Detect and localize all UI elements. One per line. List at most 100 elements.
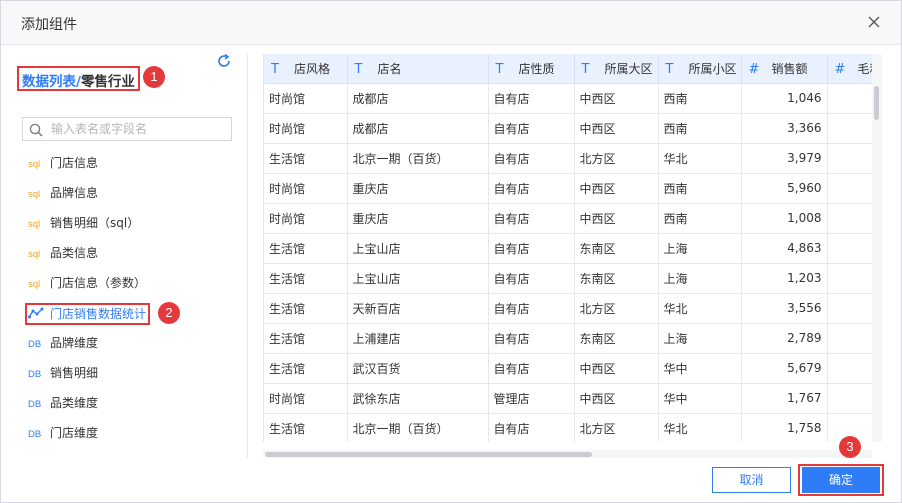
- table-item-label: 门店维度: [50, 426, 99, 440]
- table-row: 生活馆 北京一期（百货） 自有店 北方区 华北 3,979: [264, 143, 872, 174]
- table-cell: [827, 203, 872, 234]
- column-header[interactable]: T 所属大区: [574, 54, 659, 84]
- text-type-icon: T: [581, 61, 590, 77]
- column-header-label: 销售额: [771, 61, 808, 76]
- column-header[interactable]: T 店名: [347, 54, 489, 84]
- table-item-store-info[interactable]: sql 门店信息: [28, 152, 98, 174]
- table-cell: 自有店: [488, 113, 575, 144]
- table-cell: 自有店: [488, 203, 575, 234]
- table-cell: 上浦建店: [347, 323, 489, 354]
- column-header-label: 店风格: [294, 61, 331, 76]
- table-item-store-info-params[interactable]: sql 门店信息（参数）: [28, 272, 146, 294]
- data-preview-table: T店风格T店名T店性质T所属大区T所属小区#销售额#毛利 时尚馆成都店自有店中西…: [264, 54, 872, 442]
- panel-divider: [247, 54, 248, 458]
- search-box[interactable]: [22, 117, 232, 141]
- table-cell: 北方区: [574, 143, 659, 174]
- table-item-label: 门店信息: [50, 156, 99, 170]
- column-header[interactable]: # 毛利: [827, 54, 872, 84]
- column-header[interactable]: # 销售额: [741, 54, 828, 84]
- table-cell: 1,046: [741, 83, 828, 114]
- table-cell: 东南区: [574, 263, 659, 294]
- text-type-icon: T: [354, 61, 363, 77]
- table-item-label: 品牌维度: [50, 336, 99, 350]
- table-cell: 自有店: [488, 233, 575, 264]
- table-item-label: 销售明细: [50, 366, 99, 380]
- column-header-label: 所属小区: [688, 61, 737, 76]
- column-header-label: 所属大区: [604, 61, 653, 76]
- column-header-label: 店性质: [518, 61, 555, 76]
- table-cell: 自有店: [488, 263, 575, 294]
- table-cell: 自有店: [488, 173, 575, 204]
- column-header[interactable]: T 所属小区: [658, 54, 742, 84]
- vertical-scroll-thumb[interactable]: [874, 86, 879, 120]
- sql-icon: sql: [28, 279, 41, 290]
- cancel-button[interactable]: 取消: [712, 467, 791, 493]
- table-cell: 上海: [658, 233, 742, 264]
- table-cell: 自有店: [488, 353, 575, 384]
- sql-icon: sql: [28, 219, 41, 230]
- column-header[interactable]: T 店性质: [488, 54, 575, 84]
- table-row: 生活馆 天新百店 自有店 北方区 华北 3,556: [264, 293, 872, 324]
- table-row: 时尚馆 武徐东店 管理店 中西区 华中 1,767: [264, 383, 872, 414]
- search-input[interactable]: [51, 120, 227, 138]
- data-preview-grid[interactable]: T店风格T店名T店性质T所属大区T所属小区#销售额#毛利 时尚馆成都店自有店中西…: [263, 54, 872, 442]
- table-cell: 自有店: [488, 83, 575, 114]
- text-type-icon: T: [271, 61, 279, 77]
- ok-button[interactable]: 确定: [802, 467, 880, 493]
- table-cell: 华北: [658, 143, 742, 174]
- table-cell: 华中: [658, 353, 742, 384]
- table-cell: 自有店: [488, 323, 575, 354]
- close-icon[interactable]: [863, 11, 885, 33]
- dialog-titlebar: 添加组件: [1, 1, 901, 45]
- table-cell: [827, 263, 872, 294]
- step-badge-3: 3: [839, 436, 861, 458]
- table-cell: 中西区: [574, 353, 659, 384]
- table-item-store-sales-stats[interactable]: 门店销售数据统计: [25, 303, 151, 325]
- step-badge-1: 1: [143, 66, 165, 88]
- sql-icon: sql: [28, 159, 41, 170]
- table-cell: 华中: [658, 383, 742, 414]
- table-cell: [827, 323, 872, 354]
- table-cell: 生活馆: [264, 263, 348, 294]
- table-item-category-dim[interactable]: DB 品类维度: [28, 392, 98, 414]
- table-cell: 2,789: [741, 323, 828, 354]
- table-cell: 北京一期（百货）: [347, 413, 489, 442]
- table-cell: 北方区: [574, 293, 659, 324]
- table-cell: 时尚馆: [264, 383, 348, 414]
- db-icon: DB: [28, 399, 42, 410]
- table-cell: 自有店: [488, 413, 575, 442]
- table-cell: [827, 353, 872, 384]
- table-item-store-dim[interactable]: DB 门店维度: [28, 422, 98, 444]
- table-cell: [827, 173, 872, 204]
- table-cell: 上海: [658, 323, 742, 354]
- table-cell: 自有店: [488, 293, 575, 324]
- table-cell: [827, 293, 872, 324]
- db-icon: DB: [28, 339, 42, 350]
- db-icon: DB: [28, 369, 42, 380]
- table-body: 时尚馆 成都店 自有店 中西区 西南 1,046 时尚馆 成都店 自有店 中西区 西南 3,366 生活…: [264, 83, 872, 442]
- table-cell: 时尚馆: [264, 83, 348, 114]
- table-item-brand-info[interactable]: sql 品牌信息: [28, 182, 98, 204]
- table-cell: 中西区: [574, 83, 659, 114]
- data-path-breadcrumb[interactable]: 数据列表/零售行业: [17, 66, 140, 91]
- table-row: 时尚馆 重庆店 自有店 中西区 西南 1,008: [264, 203, 872, 234]
- table-cell: 生活馆: [264, 233, 348, 264]
- sql-icon: sql: [28, 189, 41, 200]
- table-cell: [827, 233, 872, 264]
- breadcrumb-data-list[interactable]: 数据列表/: [22, 74, 81, 90]
- table-cell: 中西区: [574, 203, 659, 234]
- table-item-sales-detail[interactable]: DB 销售明细: [28, 362, 98, 384]
- table-item-brand-dim[interactable]: DB 品牌维度: [28, 332, 98, 354]
- db-icon: DB: [28, 429, 42, 440]
- table-cell: [827, 383, 872, 414]
- refresh-icon[interactable]: [215, 52, 233, 70]
- table-item-sales-detail-sql[interactable]: sql 销售明细（sql）: [28, 212, 139, 234]
- table-item-category-info[interactable]: sql 品类信息: [28, 242, 98, 264]
- table-cell: 3,556: [741, 293, 828, 324]
- column-header[interactable]: T 店风格: [264, 54, 348, 84]
- horizontal-scroll-thumb[interactable]: [265, 452, 592, 457]
- table-cell: 5,679: [741, 353, 828, 384]
- breadcrumb-retail[interactable]: 零售行业: [81, 74, 135, 90]
- table-cell: 时尚馆: [264, 173, 348, 204]
- search-icon: [29, 123, 43, 137]
